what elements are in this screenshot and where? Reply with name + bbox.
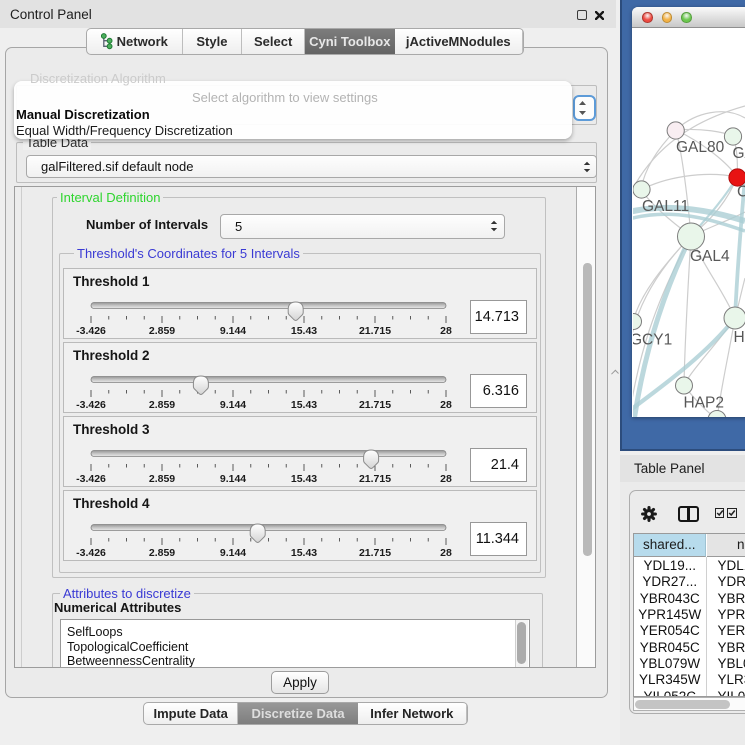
svg-text:21.715: 21.715	[359, 399, 391, 411]
svg-text:28: 28	[440, 399, 452, 411]
svg-text:-3.426: -3.426	[76, 547, 106, 559]
svg-text:-3.426: -3.426	[76, 399, 106, 411]
svg-text:9.144: 9.144	[220, 547, 246, 559]
svg-text:15.43: 15.43	[291, 547, 317, 559]
svg-text:2.859: 2.859	[149, 399, 175, 411]
svg-text:-3.426: -3.426	[76, 325, 106, 337]
svg-text:15.43: 15.43	[291, 399, 317, 411]
svg-text:2.859: 2.859	[149, 547, 175, 559]
svg-text:HAP2: HAP2	[684, 395, 725, 412]
svg-text:2.859: 2.859	[149, 473, 175, 485]
svg-text:9.144: 9.144	[220, 399, 246, 411]
svg-text:GA: GA	[733, 145, 745, 162]
svg-text:9.144: 9.144	[220, 325, 246, 337]
svg-text:21.715: 21.715	[359, 325, 391, 337]
svg-text:21.715: 21.715	[359, 473, 391, 485]
svg-text:H: H	[734, 329, 745, 346]
svg-text:GAL4: GAL4	[690, 248, 730, 265]
svg-text:21.715: 21.715	[359, 547, 391, 559]
svg-text:2.859: 2.859	[149, 325, 175, 337]
svg-text:9.144: 9.144	[220, 473, 246, 485]
svg-text:28: 28	[440, 473, 452, 485]
svg-text:-3.426: -3.426	[76, 473, 106, 485]
svg-text:15.43: 15.43	[291, 473, 317, 485]
svg-text:GAL80: GAL80	[676, 139, 725, 156]
svg-text:28: 28	[440, 325, 452, 337]
svg-text:GCY1: GCY1	[633, 332, 672, 349]
svg-text:GAL11: GAL11	[642, 198, 689, 215]
svg-text:C: C	[737, 184, 745, 201]
svg-text:15.43: 15.43	[291, 325, 317, 337]
svg-text:28: 28	[440, 547, 452, 559]
